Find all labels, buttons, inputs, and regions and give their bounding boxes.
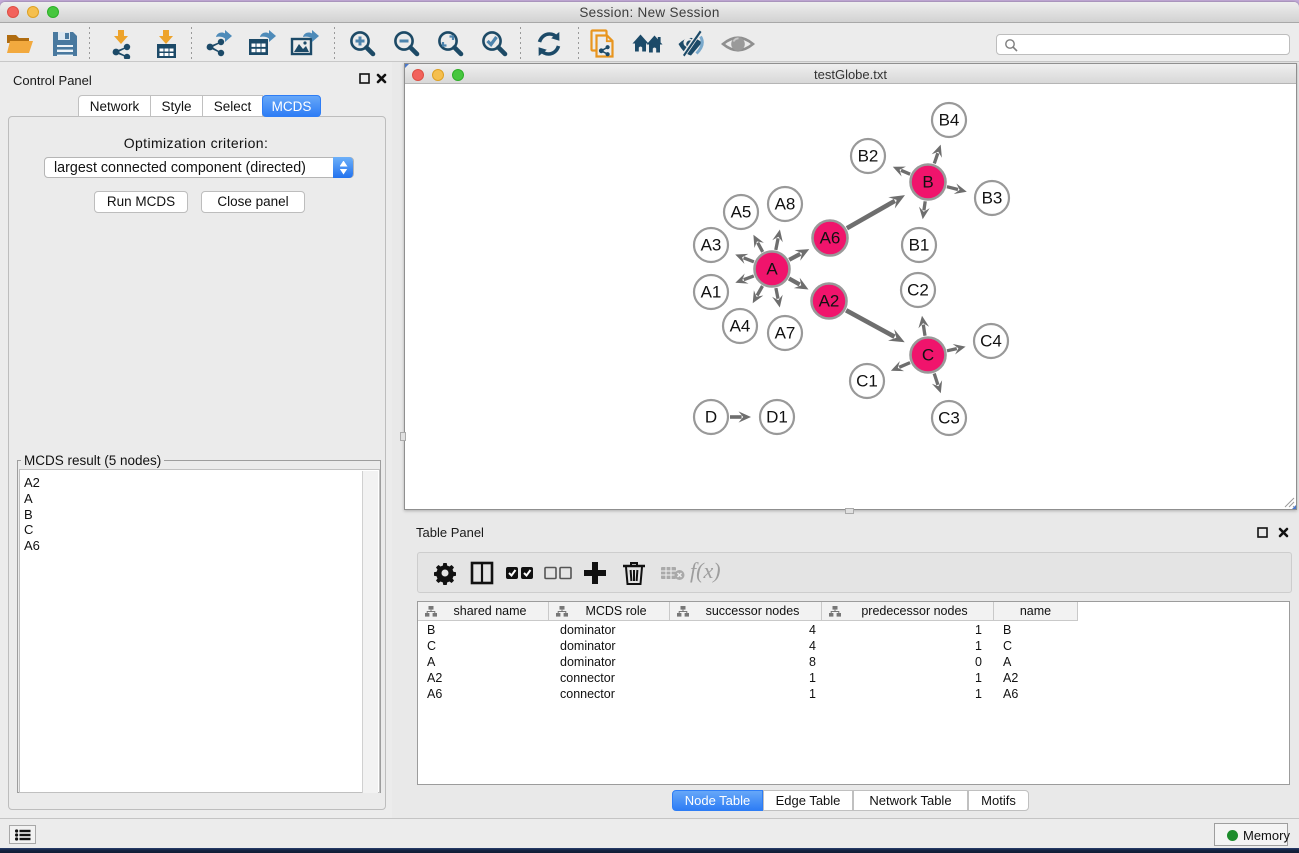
svg-text:D1: D1 bbox=[766, 408, 788, 427]
svg-text:B3: B3 bbox=[982, 189, 1003, 208]
svg-text:A8: A8 bbox=[775, 195, 796, 214]
svg-text:C2: C2 bbox=[907, 281, 929, 300]
svg-text:A2: A2 bbox=[819, 292, 840, 311]
svg-text:D: D bbox=[705, 408, 717, 427]
svg-text:A4: A4 bbox=[730, 317, 751, 336]
svg-text:A6: A6 bbox=[820, 229, 841, 248]
svg-text:A1: A1 bbox=[701, 283, 722, 302]
svg-text:C1: C1 bbox=[856, 372, 878, 391]
svg-text:A7: A7 bbox=[775, 324, 796, 343]
svg-text:B1: B1 bbox=[909, 236, 930, 255]
svg-text:B4: B4 bbox=[939, 111, 960, 130]
svg-text:C4: C4 bbox=[980, 332, 1002, 351]
svg-text:B: B bbox=[922, 173, 933, 192]
svg-text:A5: A5 bbox=[731, 203, 752, 222]
svg-text:C: C bbox=[922, 346, 934, 365]
svg-text:B2: B2 bbox=[858, 147, 879, 166]
svg-text:A: A bbox=[766, 260, 778, 279]
svg-text:A3: A3 bbox=[701, 236, 722, 255]
svg-text:C3: C3 bbox=[938, 409, 960, 428]
